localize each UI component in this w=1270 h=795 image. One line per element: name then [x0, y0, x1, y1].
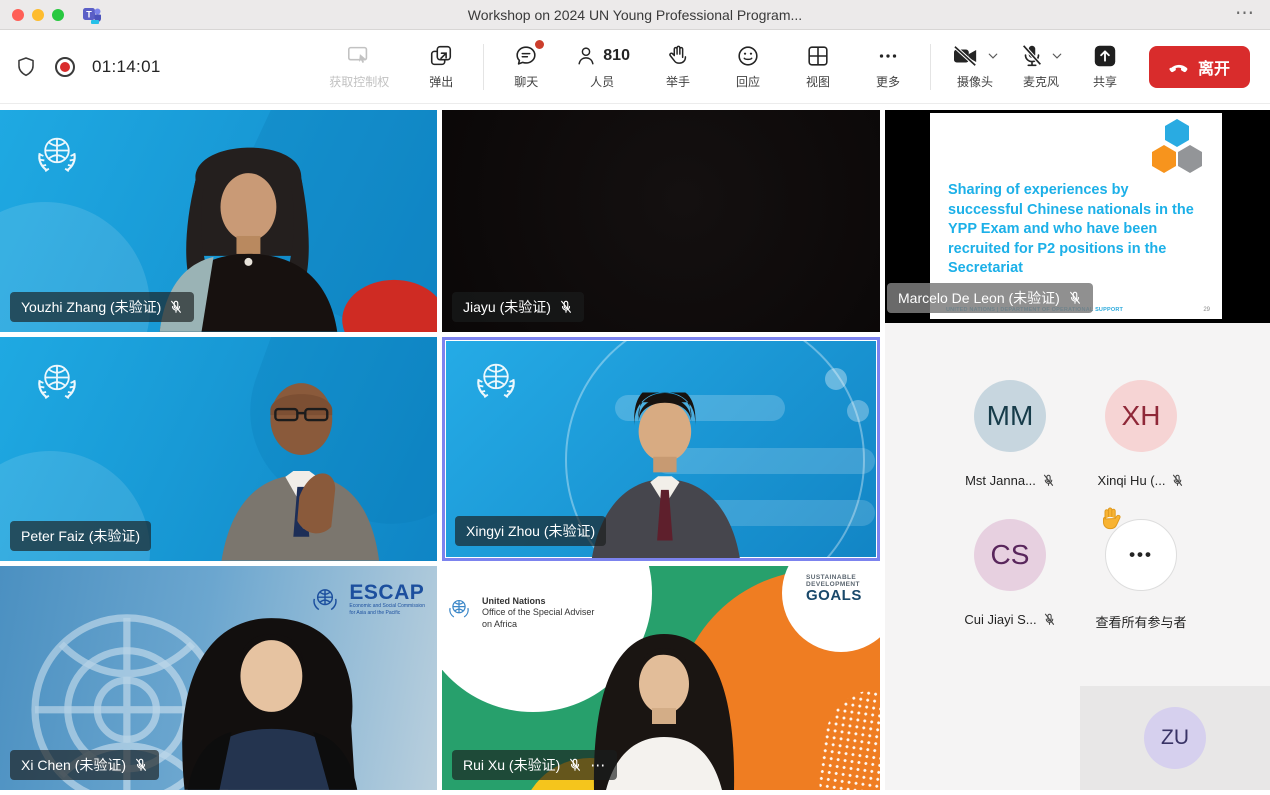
mic-chevron-down-icon[interactable] — [1051, 50, 1063, 62]
participant-name: Jiayu (未验证) — [463, 297, 551, 317]
participant-name: Cui Jiayi S... — [964, 612, 1036, 627]
avatar-xinqi-hu[interactable]: XH — [1105, 380, 1177, 452]
nametag: Xingyi Zhou (未验证) — [455, 516, 606, 546]
popout-button[interactable]: 弹出 — [419, 43, 463, 90]
meeting-window: T Workshop on 2024 UN Young Professional… — [0, 0, 1270, 795]
more-ellipsis-icon — [875, 43, 901, 69]
camera-button[interactable]: 摄像头 — [951, 43, 999, 90]
meeting-status: 01:14:01 — [14, 54, 161, 80]
avatar-mst-janna[interactable]: MM — [974, 380, 1046, 452]
window-more-icon[interactable]: ⋯ — [1235, 2, 1254, 25]
view-button[interactable]: 视图 — [796, 43, 840, 90]
participant-name: Peter Faiz (未验证) — [21, 526, 140, 546]
chat-notification-dot — [535, 40, 544, 49]
raised-hand-emoji-icon — [1097, 505, 1125, 533]
leave-button[interactable]: 离开 — [1149, 46, 1250, 88]
muted-mic-icon — [568, 758, 582, 772]
participant-name: Rui Xu (未验证) — [463, 755, 560, 775]
mic-button[interactable]: 麦克风 — [1019, 43, 1063, 90]
recording-indicator-icon — [53, 55, 77, 79]
tile-more-icon[interactable]: ⋯ — [590, 756, 606, 774]
security-shield-icon — [14, 54, 38, 80]
avatar-initials: CS — [991, 539, 1030, 571]
chat-button[interactable]: 聊天 — [504, 43, 548, 90]
muted-mic-icon — [169, 300, 183, 314]
share-screen-icon — [1092, 43, 1118, 69]
view-all-label-text: 查看所有参与者 — [1095, 612, 1186, 631]
nametag: Marcelo De Leon (未验证) — [887, 283, 1093, 313]
smiley-react-icon — [735, 43, 761, 69]
share-button[interactable]: 共享 — [1083, 43, 1127, 90]
video-tile-jiayu[interactable]: Jiayu (未验证) — [442, 110, 880, 332]
people-button[interactable]: 810 人员 — [574, 43, 630, 90]
nametag: Peter Faiz (未验证) — [10, 521, 151, 551]
participant-name: Xingyi Zhou (未验证) — [466, 521, 595, 541]
raise-hand-button[interactable]: 举手 — [656, 43, 700, 90]
raise-hand-icon — [665, 43, 691, 69]
muted-mic-icon — [1043, 613, 1056, 626]
participant-count: 810 — [603, 47, 630, 65]
avatar-cui-jiayi[interactable]: CS — [974, 519, 1046, 591]
grid-view-icon — [805, 43, 831, 69]
titlebar: T Workshop on 2024 UN Young Professional… — [0, 0, 1270, 30]
video-tile-rui-xu[interactable]: United Nations Office of the Special Adv… — [442, 566, 880, 790]
mic-off-icon — [1019, 43, 1045, 69]
nametag: Jiayu (未验证) — [452, 292, 584, 322]
react-button[interactable]: 回应 — [726, 43, 770, 90]
leave-button-label: 离开 — [1198, 55, 1230, 79]
meeting-timer: 01:14:01 — [92, 57, 161, 77]
muted-mic-icon — [559, 300, 573, 314]
ellipsis-icon: ••• — [1129, 545, 1153, 565]
popout-icon — [428, 43, 454, 69]
participant-label-xinqi-hu: Xinqi Hu (... — [1061, 473, 1221, 488]
self-avatar: ZU — [1144, 707, 1206, 769]
participant-name: Xinqi Hu (... — [1098, 473, 1166, 488]
view-all-participants-label[interactable]: 查看所有参与者 — [1056, 612, 1226, 631]
participant-name: Mst Janna... — [965, 473, 1036, 488]
take-control-icon — [346, 43, 372, 69]
nametag: Xi Chen (未验证) — [10, 750, 159, 780]
video-tile-youzhi-zhang[interactable]: Youzhi Zhang (未验证) — [0, 110, 437, 332]
self-video-tile[interactable]: ZU — [1080, 686, 1270, 790]
avatar-initials: MM — [987, 400, 1034, 432]
video-tile-xingyi-zhou-speaking[interactable]: Xingyi Zhou (未验证) — [442, 337, 880, 561]
slide-hexagon-logo — [1146, 117, 1208, 175]
camera-off-icon — [951, 44, 981, 68]
participant-name: Xi Chen (未验证) — [21, 755, 126, 775]
slide-page-number: 29 — [1203, 307, 1210, 313]
camera-chevron-down-icon[interactable] — [987, 50, 999, 62]
slide-title: Sharing of experiences by successful Chi… — [948, 181, 1200, 279]
participants-overflow-panel: MM XH CS ••• Mst Janna... Xinqi Hu (... — [885, 323, 1270, 790]
avatar-initials: ZU — [1161, 726, 1189, 750]
window-title: Workshop on 2024 UN Young Professional P… — [0, 0, 1270, 30]
hangup-phone-icon — [1169, 57, 1189, 77]
more-button[interactable]: 更多 — [866, 43, 910, 90]
video-tile-peter-faiz[interactable]: Peter Faiz (未验证) — [0, 337, 437, 561]
take-control-button: 获取控制权 — [329, 43, 389, 90]
muted-mic-icon — [134, 758, 148, 772]
muted-mic-icon — [1171, 474, 1184, 487]
video-tile-xi-chen[interactable]: ESCAP Economic and Social Commission for… — [0, 566, 437, 790]
people-icon — [574, 43, 598, 69]
muted-mic-icon — [1042, 474, 1055, 487]
meeting-toolbar: 01:14:01 获取控制权 — [0, 30, 1270, 104]
nametag: Youzhi Zhang (未验证) — [10, 292, 194, 322]
participant-name: Marcelo De Leon (未验证) — [898, 288, 1060, 308]
screen-share-tile-marcelo[interactable]: Sharing of experiences by successful Chi… — [885, 110, 1270, 323]
avatar-initials: XH — [1122, 400, 1161, 432]
participant-name: Youzhi Zhang (未验证) — [21, 297, 161, 317]
nametag: Rui Xu (未验证) ⋯ — [452, 750, 617, 780]
muted-mic-icon — [1068, 291, 1082, 305]
